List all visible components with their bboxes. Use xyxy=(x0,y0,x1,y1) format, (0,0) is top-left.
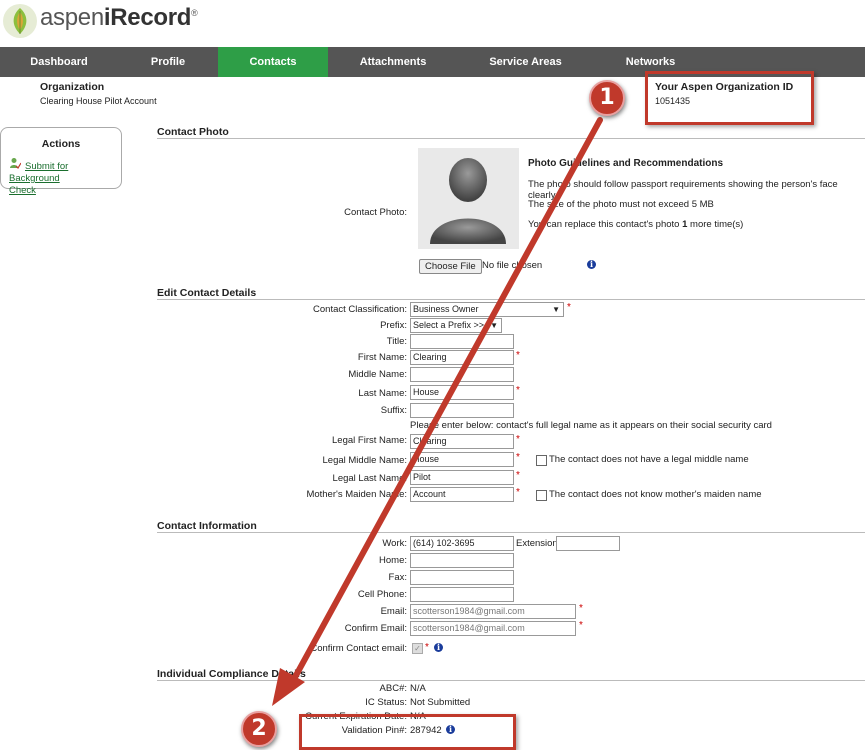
annotation-arrow xyxy=(272,117,603,706)
callout-badge-1: 1 xyxy=(589,80,625,116)
callout-badge-2: 2 xyxy=(241,711,277,747)
